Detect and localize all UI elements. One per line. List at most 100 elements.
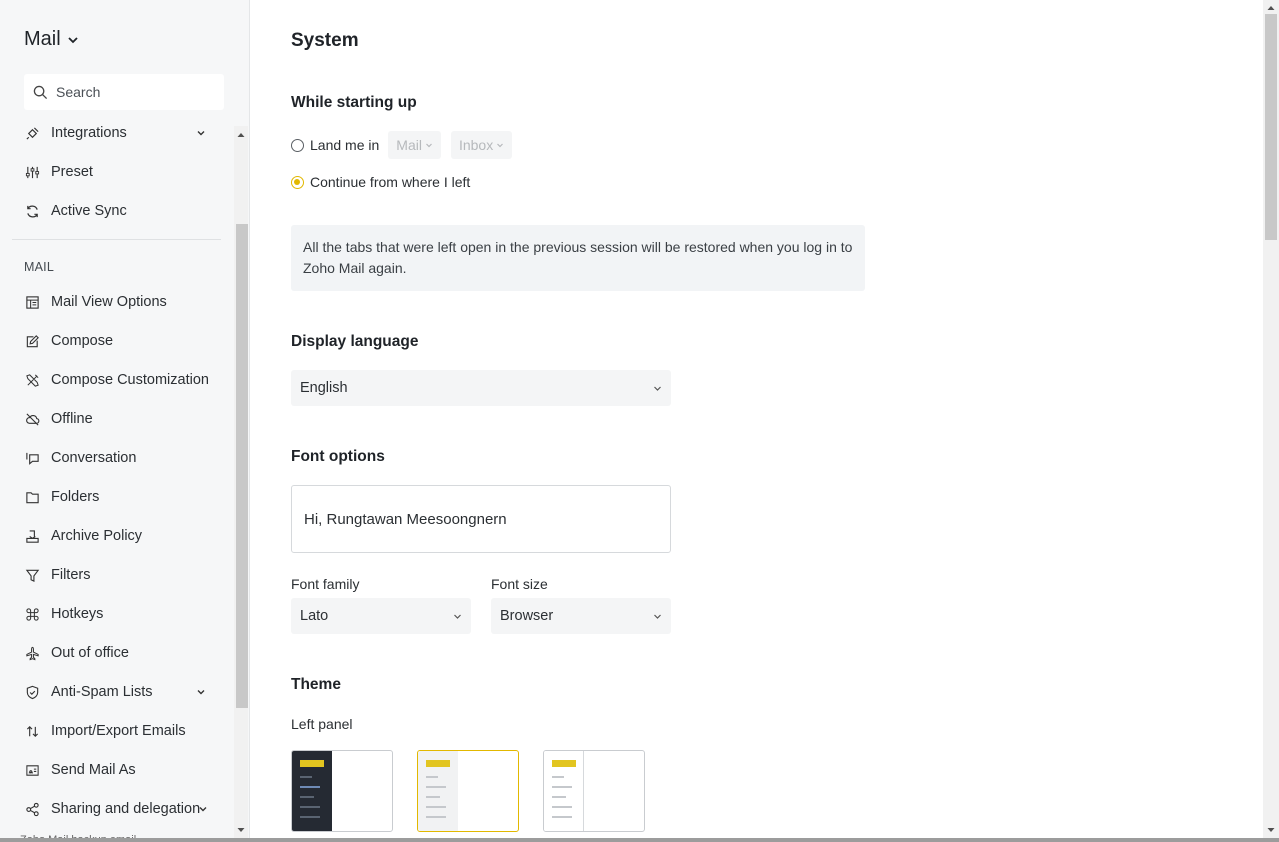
theme-line [426,796,440,798]
continue-option[interactable]: Continue from where I left [291,174,470,190]
app-switcher[interactable]: Mail [24,28,79,51]
land-me-in-label: Land me in [310,137,380,153]
scroll-down-arrow-icon[interactable] [1266,825,1276,835]
theme-option-dark[interactable] [291,750,393,832]
chevron-down-icon [199,807,207,812]
sidebar-item-mail-view-options[interactable]: Mail View Options [24,284,220,320]
sidebar-item-preset[interactable]: Preset [24,154,220,190]
theme-line [552,776,564,778]
sidebar-scrollbar-thumb[interactable] [236,224,248,708]
language-select[interactable]: English [291,370,671,406]
sidebar-item-compose-customization[interactable]: Compose Customization [24,362,220,398]
plane-icon [24,645,40,661]
archive-icon [24,528,40,544]
sidebar-item-label: Integrations [51,125,127,141]
sidebar-item-compose[interactable]: Compose [24,323,220,359]
share-icon [24,801,40,817]
font-size-select[interactable]: Browser [491,598,671,634]
theme-line [300,776,312,778]
cloud-off-icon [24,411,40,427]
command-icon [24,606,40,622]
land-me-in-radio[interactable] [291,138,304,152]
sidebar-item-send-mail-as[interactable]: Send Mail As [24,752,220,788]
theme-line [300,816,320,818]
sidebar-item-archive-policy[interactable]: Archive Policy [24,518,220,554]
sidebar-item-label: Send Mail As [51,762,136,778]
sync-icon [24,203,40,219]
sidebar-item-integrations[interactable]: Integrations [24,115,220,151]
land-folder-select[interactable]: Inbox [450,131,513,159]
theme-option-light-gray[interactable] [417,750,519,832]
font-preview-text: Hi, Rungtawan Meesoongnern [304,510,507,528]
sidebar-item-label: Preset [51,164,93,180]
font-family-label: Font family [291,576,360,592]
sidebar-item-label: Folders [51,489,100,505]
sidebar-item-conversation[interactable]: Conversation [24,440,220,476]
sidebar-item-label: Offline [51,411,93,427]
chevron-down-icon [426,143,432,148]
sidebar-item-folders[interactable]: Folders [24,479,220,515]
theme-accent-bar [552,760,576,767]
sidebar-item-active-sync[interactable]: Active Sync [24,193,220,229]
continue-radio[interactable] [291,175,304,189]
tools-icon [24,372,40,388]
search-box[interactable] [24,74,224,110]
chevron-down-icon [497,143,504,148]
land-me-in-option[interactable]: Land me in Mail Inbox [291,131,513,159]
settings-sidebar: Mail Integrations Preset Active Sync MAI… [0,0,250,842]
sidebar-item-offline[interactable]: Offline [24,401,220,437]
shield-icon [24,684,40,700]
main-scrollbar-thumb[interactable] [1265,14,1277,240]
search-input[interactable] [56,84,206,100]
startup-info-box: All the tabs that were left open in the … [291,225,865,291]
app-title: Mail [24,28,61,50]
folder-icon [24,489,40,505]
section-label-mail: MAIL [24,260,54,274]
theme-line [552,816,572,818]
theme-line [300,786,320,788]
scroll-down-arrow-icon[interactable] [236,825,246,835]
sidebar-item-label: Sharing and delegation [51,801,201,817]
theme-line [426,806,446,808]
continue-label: Continue from where I left [310,174,471,190]
theme-line [552,786,572,788]
search-icon [33,85,48,99]
font-size-label: Font size [491,576,548,592]
chat-icon [24,450,40,466]
sidebar-item-label: Active Sync [51,203,127,219]
scroll-up-arrow-icon[interactable] [236,130,246,140]
theme-line [300,806,320,808]
sidebar-item-label: Import/Export Emails [51,723,186,739]
sidebar-item-label: Mail View Options [51,294,167,310]
theme-heading: Theme [291,676,341,693]
theme-accent-bar [426,760,450,767]
scroll-up-arrow-icon[interactable] [1266,3,1276,13]
font-heading: Font options [291,448,385,465]
sidebar-item-sharing-and-delegation[interactable]: Sharing and delegation [24,791,220,827]
window-bottom-edge [0,838,1279,842]
sidebar-item-out-of-office[interactable]: Out of office [24,635,220,671]
filter-icon [24,567,40,583]
sidebar-item-anti-spam-lists[interactable]: Anti-Spam Lists [24,674,220,710]
chevron-down-icon [454,614,461,619]
sidebar-item-label: Conversation [51,450,137,466]
land-app-value: Mail [396,137,422,153]
sidebar-item-label: Archive Policy [51,528,143,544]
font-size-value: Browser [500,608,554,624]
theme-line [426,816,446,818]
sidebar-item-hotkeys[interactable]: Hotkeys [24,596,220,632]
sidebar-item-label: Anti-Spam Lists [51,684,153,700]
theme-option-white[interactable] [543,750,645,832]
sidebar-item-label: Compose [51,333,114,349]
chevron-down-icon [197,690,205,695]
startup-heading: While starting up [291,94,417,111]
sidebar-item-import-export-emails[interactable]: Import/Export Emails [24,713,220,749]
sidebar-item-filters[interactable]: Filters [24,557,220,593]
land-app-select[interactable]: Mail [388,131,441,159]
font-family-select[interactable]: Lato [291,598,471,634]
plug-icon [24,125,40,141]
theme-line [426,786,446,788]
sidebar-item-label: Compose Customization [51,372,209,388]
theme-accent-bar [300,760,324,767]
settings-main: System While starting up Land me in Mail… [251,0,1263,842]
